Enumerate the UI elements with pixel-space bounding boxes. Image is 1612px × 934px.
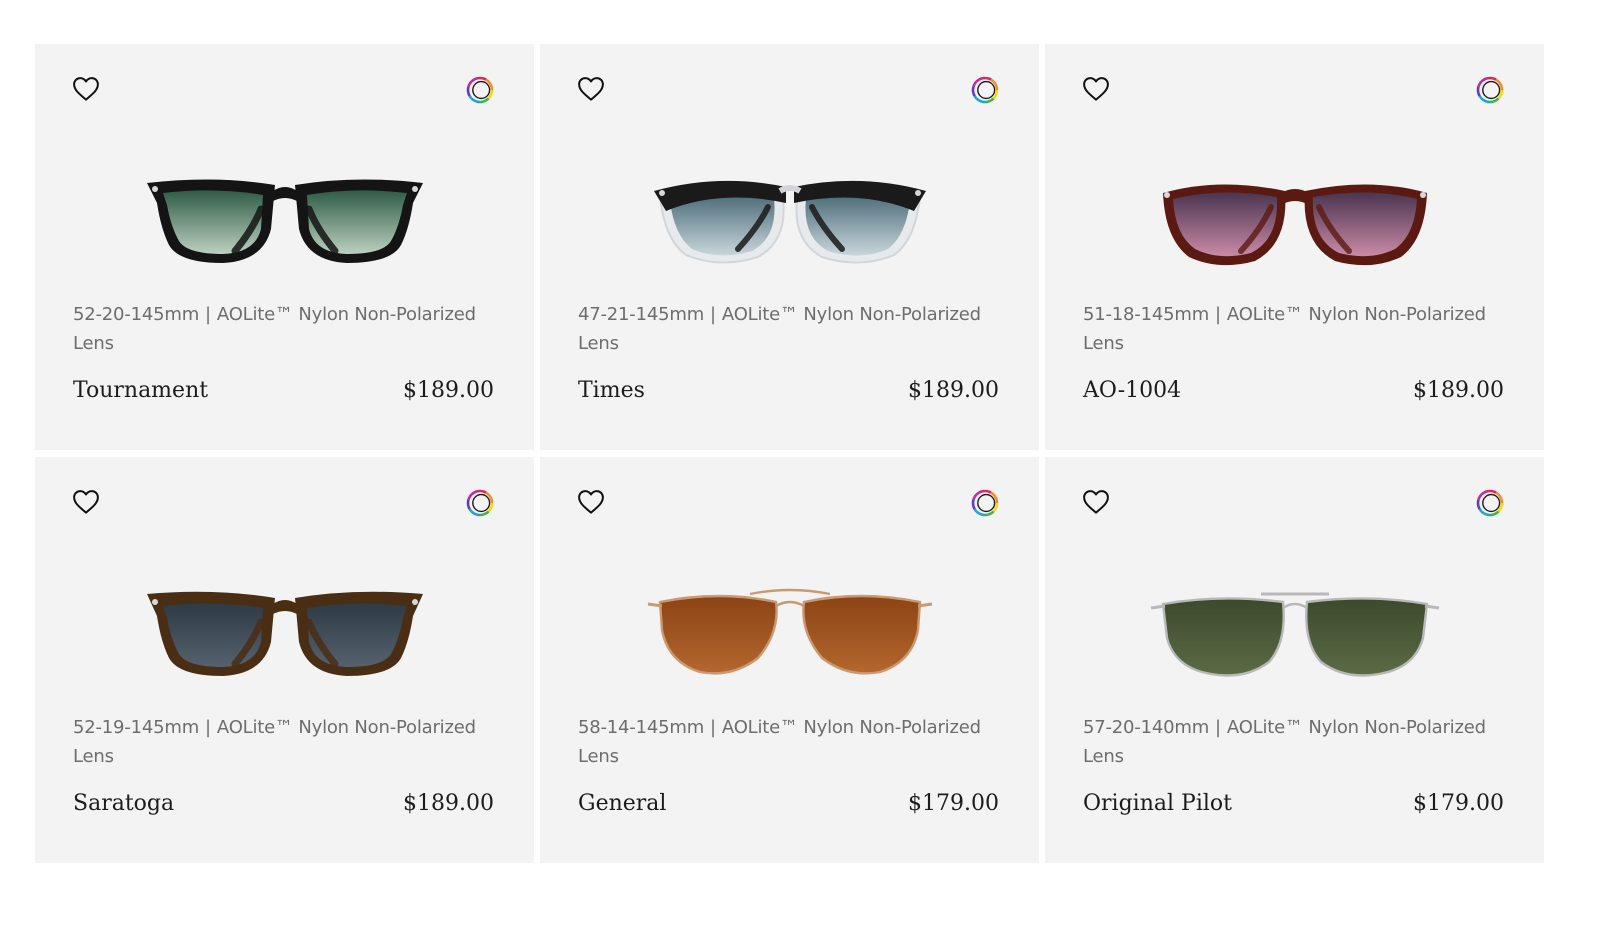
product-name[interactable]: AO-1004 <box>1083 378 1181 403</box>
product-image[interactable] <box>640 572 940 692</box>
specs-size: 57-20-140mm <box>1083 717 1210 738</box>
product-price: $179.00 <box>1413 791 1504 816</box>
product-specs: 51-18-145mm | AOLite™ Nylon Non-Polarized … <box>1083 300 1503 358</box>
product-specs: 52-19-145mm | AOLite™ Nylon Non-Polarized … <box>73 713 493 771</box>
heart-icon[interactable] <box>1081 487 1111 517</box>
product-card[interactable]: 52-19-145mm | AOLite™ Nylon Non-Polarized … <box>35 457 534 863</box>
product-image[interactable] <box>1145 159 1445 279</box>
product-price: $179.00 <box>908 791 999 816</box>
specs-separator: | <box>205 717 211 738</box>
color-swatch-icon[interactable] <box>464 74 496 106</box>
product-name[interactable]: Original Pilot <box>1083 791 1232 816</box>
product-name[interactable]: Tournament <box>73 378 208 403</box>
specs-separator: | <box>1215 304 1221 325</box>
specs-size: 51-18-145mm <box>1083 304 1210 325</box>
product-name[interactable]: Saratoga <box>73 791 174 816</box>
color-swatch-icon[interactable] <box>464 487 496 519</box>
specs-size: 47-21-145mm <box>578 304 705 325</box>
heart-icon[interactable] <box>71 74 101 104</box>
specs-separator: | <box>710 304 716 325</box>
product-image[interactable] <box>1145 572 1445 692</box>
color-swatch-icon[interactable] <box>1474 74 1506 106</box>
specs-size: 58-14-145mm <box>578 717 705 738</box>
product-price: $189.00 <box>403 791 494 816</box>
color-swatch-icon[interactable] <box>969 74 1001 106</box>
specs-separator: | <box>205 304 211 325</box>
product-image[interactable] <box>640 159 940 279</box>
product-name[interactable]: General <box>578 791 666 816</box>
product-card[interactable]: 52-20-145mm | AOLite™ Nylon Non-Polarized … <box>35 44 534 450</box>
color-swatch-icon[interactable] <box>1474 487 1506 519</box>
product-specs: 52-20-145mm | AOLite™ Nylon Non-Polarized … <box>73 300 493 358</box>
product-specs: 47-21-145mm | AOLite™ Nylon Non-Polarized … <box>578 300 998 358</box>
product-specs: 58-14-145mm | AOLite™ Nylon Non-Polarized … <box>578 713 998 771</box>
product-card[interactable]: 47-21-145mm | AOLite™ Nylon Non-Polarized … <box>540 44 1039 450</box>
heart-icon[interactable] <box>576 74 606 104</box>
product-name[interactable]: Times <box>578 378 645 403</box>
product-specs: 57-20-140mm | AOLite™ Nylon Non-Polarized … <box>1083 713 1503 771</box>
specs-separator: | <box>710 717 716 738</box>
product-price: $189.00 <box>908 378 999 403</box>
product-price: $189.00 <box>403 378 494 403</box>
product-image[interactable] <box>135 572 435 692</box>
product-card[interactable]: 57-20-140mm | AOLite™ Nylon Non-Polarized … <box>1045 457 1544 863</box>
product-card[interactable]: 51-18-145mm | AOLite™ Nylon Non-Polarized … <box>1045 44 1544 450</box>
product-price: $189.00 <box>1413 378 1504 403</box>
specs-separator: | <box>1215 717 1221 738</box>
heart-icon[interactable] <box>1081 74 1111 104</box>
specs-size: 52-19-145mm <box>73 717 200 738</box>
product-grid: 52-20-145mm | AOLite™ Nylon Non-Polarized … <box>35 44 1560 863</box>
product-image[interactable] <box>135 159 435 279</box>
heart-icon[interactable] <box>71 487 101 517</box>
color-swatch-icon[interactable] <box>969 487 1001 519</box>
product-card[interactable]: 58-14-145mm | AOLite™ Nylon Non-Polarized … <box>540 457 1039 863</box>
specs-size: 52-20-145mm <box>73 304 200 325</box>
heart-icon[interactable] <box>576 487 606 517</box>
